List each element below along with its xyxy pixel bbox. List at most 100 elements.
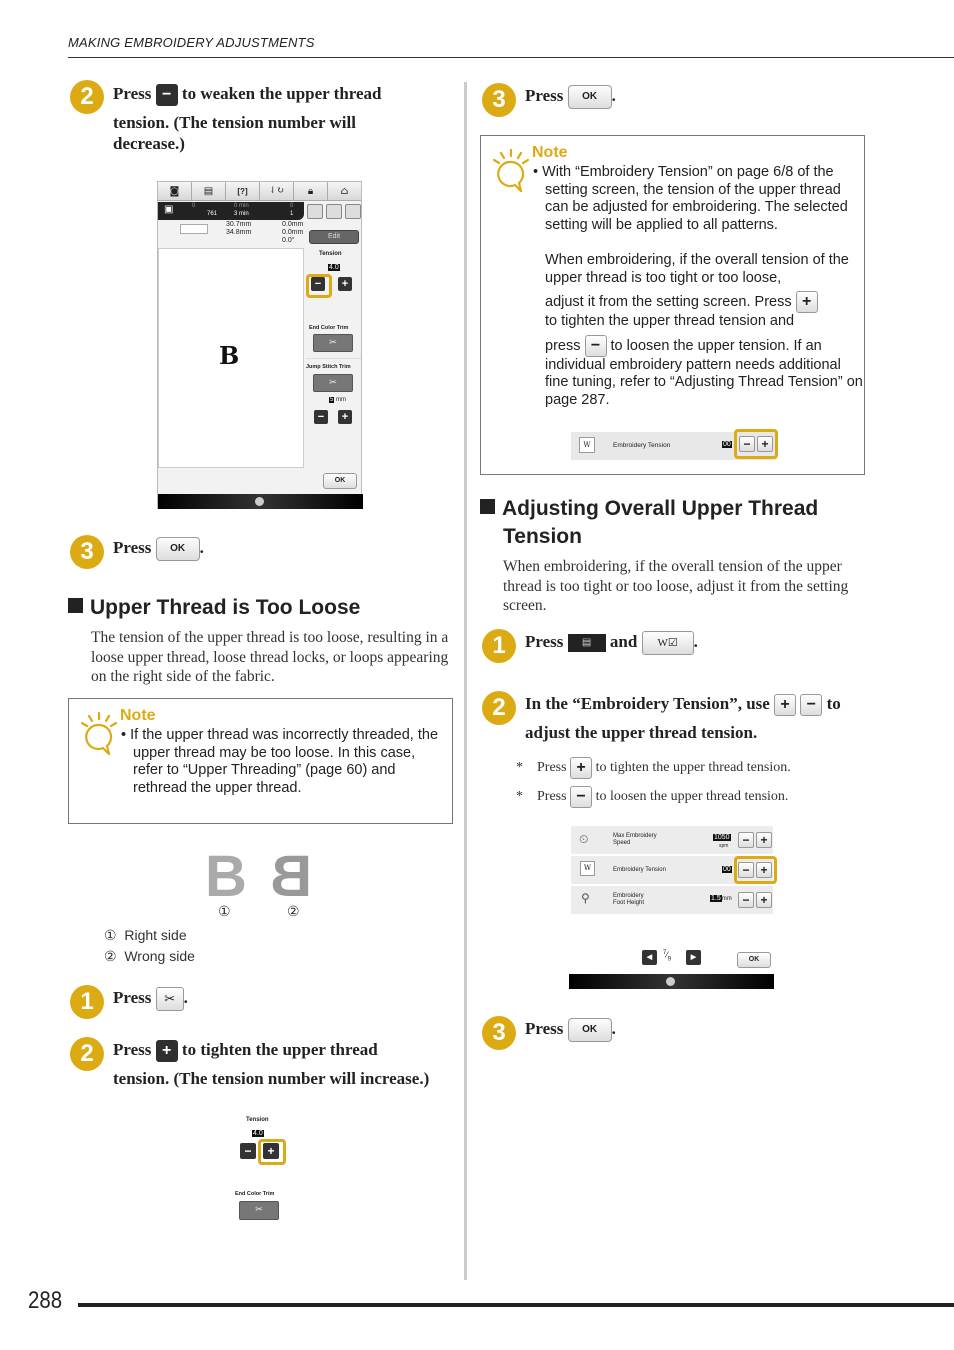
- lock-icon[interactable]: 🔒︎: [294, 182, 328, 200]
- footer-rule: [78, 1303, 954, 1307]
- column-divider: [464, 82, 467, 1280]
- ok-button-icon: OK: [567, 1018, 612, 1043]
- needle-mode-icon[interactable]: ⇃↻: [260, 182, 294, 200]
- jump-stitch-trim-button[interactable]: ✂: [313, 374, 353, 392]
- jump-plus-button[interactable]: +: [338, 410, 352, 424]
- screen-ok-button[interactable]: OK: [323, 473, 357, 489]
- plus-button-icon: +: [155, 1040, 178, 1063]
- camera-frame-button[interactable]: [326, 204, 342, 219]
- end-color-trim-label: End Color Trim: [235, 1191, 275, 1197]
- note-line: press: [545, 337, 581, 354]
- period: .: [611, 86, 616, 105]
- step-3-ok-text-final: Press OK.: [525, 1014, 616, 1043]
- page-next-button[interactable]: ▶: [686, 950, 701, 965]
- camera-icon[interactable]: ◙: [158, 182, 192, 200]
- max-speed-icon: ⏲: [579, 832, 589, 846]
- setting-row-value: 1.5: [710, 895, 722, 902]
- foot-height-icon: ⚲: [581, 891, 590, 905]
- home-icon[interactable]: ⌂: [328, 182, 361, 200]
- bullet-loosen: * Press − to loosen the upper thread ten…: [516, 786, 788, 808]
- pattern-height: 34.8mm: [226, 229, 252, 236]
- page-prev-button[interactable]: ◀: [642, 950, 657, 965]
- frame-icon-button[interactable]: [307, 204, 323, 219]
- setting-row-value: 00: [722, 866, 732, 873]
- page-total: 9: [667, 956, 672, 963]
- setting-row-embroidery-tension: W Embroidery Tension 00 − +: [571, 856, 777, 884]
- setting-row-value: 00: [722, 441, 732, 448]
- figure-marker-2: ②: [287, 903, 300, 919]
- jump-minus-button[interactable]: −: [314, 410, 328, 424]
- tension-plus-button[interactable]: +: [338, 277, 352, 291]
- home-indicator-icon[interactable]: [666, 977, 675, 986]
- step-3-ok-text-right: Press OK.: [525, 81, 616, 110]
- step-2-adjust-text: In the “Embroidery Tension”, use + − to …: [525, 689, 865, 747]
- page-current: 7: [663, 950, 667, 956]
- ok-button-icon: OK: [567, 85, 612, 110]
- period: .: [183, 988, 188, 1007]
- press-word: Press: [525, 632, 564, 651]
- step-number-3-final: 3: [482, 1016, 516, 1050]
- stitch-count-total: 761: [207, 211, 218, 217]
- foot-minus-button[interactable]: −: [738, 892, 754, 908]
- tension-minus-button[interactable]: −: [738, 862, 754, 878]
- note-paragraph-1: • With “Embroidery Tension” on page 6/8 …: [533, 164, 848, 233]
- speed-minus-button[interactable]: −: [738, 832, 754, 848]
- heading-square-icon: [68, 598, 83, 613]
- plus-light-icon: +: [774, 694, 797, 717]
- setting-minus-button[interactable]: −: [739, 436, 755, 452]
- period: .: [611, 1019, 616, 1038]
- status-band: ▣ 0 761 0 min 3 min 0 1: [158, 202, 304, 220]
- setting-row-foot-height: ⚲ Embroidery Foot Height 1.5mm − +: [571, 886, 773, 914]
- step-line: decrease.): [113, 134, 185, 153]
- pattern-width: 30.7mm: [226, 221, 252, 228]
- embroidery-tension-icon: W: [579, 437, 595, 453]
- tension-minus-button[interactable]: −: [240, 1143, 256, 1159]
- setting-row-unit: mm: [721, 896, 732, 902]
- press-word: Press: [113, 84, 152, 103]
- setting-plus-button[interactable]: +: [757, 436, 773, 452]
- step-number-1: 1: [70, 985, 104, 1019]
- screen-toolbar: ◙ ▤ [?] ⇃↻ 🔒︎ ⌂: [158, 182, 361, 201]
- settings-screen-page: ⏲ Max Embroidery Speed 1050 spm − + W Emb…: [569, 826, 777, 989]
- legend-marker: ②: [104, 948, 117, 964]
- minus-light-icon: −: [584, 334, 607, 357]
- step-line: tension. (The tension number will increa…: [113, 1069, 430, 1088]
- settings-page-icon[interactable]: ▤: [192, 182, 226, 200]
- section-title-text: Upper Thread is Too Loose: [90, 596, 361, 619]
- bullet-star: *: [516, 789, 523, 805]
- step-number-2-right: 2: [482, 691, 516, 725]
- speed-plus-button[interactable]: +: [756, 832, 772, 848]
- section-heading-overall-tension-line2: Tension: [503, 525, 582, 548]
- pattern-thumbnails: [180, 224, 208, 234]
- home-indicator-icon[interactable]: [255, 497, 264, 506]
- end-color-trim-button[interactable]: ✂: [239, 1201, 279, 1220]
- edit-button[interactable]: Edit: [309, 230, 359, 244]
- tension-plus-button[interactable]: +: [756, 862, 772, 878]
- foot-height-value-wrap: 1.5mm: [710, 895, 732, 902]
- press-word: Press: [525, 86, 564, 105]
- setting-row-embroidery-tension: W Embroidery Tension 00 − +: [571, 429, 778, 460]
- step-line: to weaken the upper thread: [181, 84, 382, 103]
- note-line: to loosen the upper tension. If an: [610, 337, 822, 354]
- time-elapsed: 0 min: [234, 203, 249, 209]
- divider: [306, 358, 361, 359]
- end-color-trim-button[interactable]: ✂: [313, 334, 353, 352]
- tension-plus-button[interactable]: +: [263, 1143, 279, 1159]
- screen-ok-button[interactable]: OK: [737, 952, 771, 968]
- tension-value: 4.0: [252, 1130, 264, 1137]
- bullet-text: to tighten the upper thread tension.: [595, 760, 791, 776]
- press-word: Press: [537, 789, 567, 805]
- section-heading-overall-tension: Adjusting Overall Upper Thread: [480, 495, 818, 523]
- foot-plus-button[interactable]: +: [756, 892, 772, 908]
- step-line: adjust the upper thread tension.: [525, 723, 758, 742]
- step-3-ok-text: Press OK.: [113, 533, 204, 562]
- legend-marker: ①: [104, 927, 117, 943]
- running-header: MAKING EMBROIDERY ADJUSTMENTS: [68, 35, 315, 50]
- wrong-side-stitch-image: B: [270, 844, 312, 909]
- step-1-settings-text: Press ▤ and W☑.: [525, 627, 698, 656]
- page-number: 288: [28, 1287, 63, 1314]
- help-icon[interactable]: [?]: [226, 182, 260, 200]
- tension-minus-button[interactable]: −: [311, 277, 325, 291]
- embroidery-settings-button[interactable]: [345, 204, 361, 219]
- press-word: Press: [113, 538, 152, 557]
